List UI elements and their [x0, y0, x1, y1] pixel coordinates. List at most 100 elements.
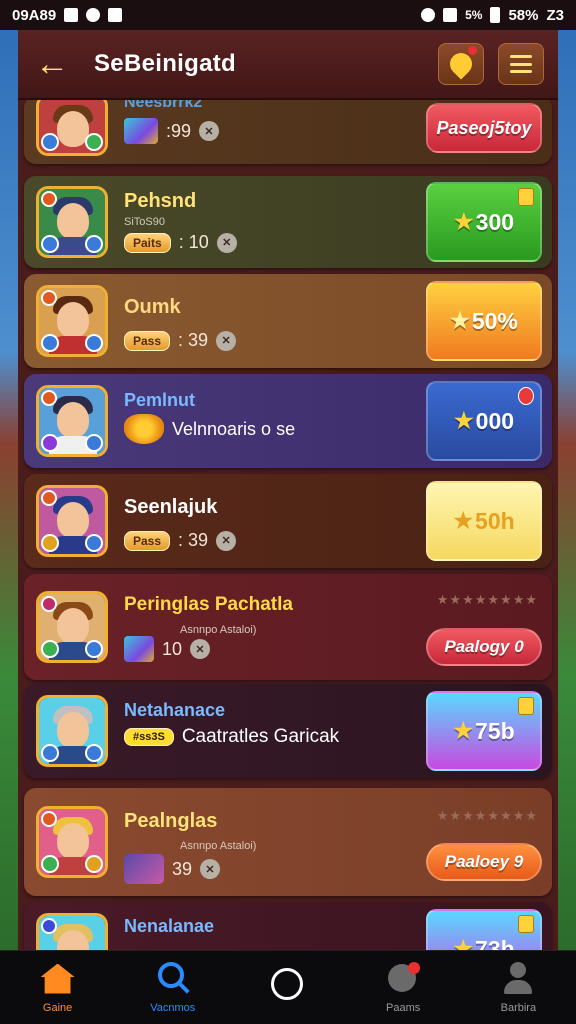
row-stats: :99 ✕ [124, 118, 220, 144]
list-item[interactable]: Pehsnd SiToS90 Paits : 10 ✕ ★ 300 [24, 176, 552, 268]
bottom-nav: Gaine Vacnmos Paams Barbira [0, 950, 576, 1024]
row-action-label: 300 [475, 208, 515, 235]
gem-icon [124, 118, 158, 144]
player-avatar [36, 285, 108, 357]
player-avatar [36, 485, 108, 557]
menu-icon [510, 55, 532, 73]
lock-icon [518, 188, 534, 206]
list-item[interactable]: Nenalanae ★ 73h [24, 902, 552, 950]
list-item[interactable]: Pealnglas Asnnpo Astaloi) 39 ✕ ★★★★★★★★ … [24, 788, 552, 896]
nav-item-home-button[interactable] [238, 967, 338, 1008]
alert-icon [518, 387, 534, 405]
row-action-button[interactable]: ★ 73h [426, 909, 542, 950]
lock-icon [518, 915, 534, 933]
list-item[interactable]: Peringlas Pachatla Asnnpo Astaloi) 10 ✕ … [24, 574, 552, 680]
star-icon: ★ [453, 408, 474, 433]
menu-button[interactable] [498, 43, 544, 85]
row-action-button[interactable]: ★ 50% [426, 281, 542, 361]
row-stats: Pass : 39 ✕ [124, 330, 237, 351]
nav-item-profile[interactable]: Barbira [468, 961, 568, 1014]
row-action-button[interactable]: ★ 75b [426, 691, 542, 771]
player-list: Neesbrrk2 :99 ✕ Paseoj5toy Pehsnd SiToS9… [18, 94, 558, 950]
list-item[interactable]: Netahanace #ss3S Caatratles Garicak ★ 75… [24, 684, 552, 778]
row-stats: 39 ✕ [124, 854, 221, 884]
media-icon [108, 8, 123, 22]
row-action-button[interactable]: Paaloey 9 [426, 843, 542, 881]
status-net: Z3 [546, 6, 564, 24]
signal-icon [443, 8, 458, 22]
rating-stars: ★★★★★★★★ [436, 808, 538, 823]
row-stats: Paits : 10 ✕ [124, 232, 237, 253]
row-info: Peringlas Pachatla Asnnpo Astaloi) 10 ✕ [124, 574, 426, 680]
row-value: 10 [162, 638, 183, 659]
row-stats: Pass : 39 ✕ [124, 530, 237, 551]
nav-item-home[interactable]: Gaine [8, 962, 108, 1014]
row-stats: #ss3S Caatratles Garicak [124, 726, 339, 748]
list-item[interactable]: Seenlajuk Pass : 39 ✕ ★ 50h [24, 474, 552, 568]
stadium-background-right [556, 30, 576, 950]
player-avatar [36, 806, 108, 878]
row-info: Oumk Pass : 39 ✕ [124, 274, 426, 368]
player-name: Oumk [124, 296, 181, 318]
star-icon: ★ [453, 718, 474, 743]
row-info: Seenlajuk Pass : 39 ✕ [124, 474, 426, 568]
player-name: Seenlajuk [124, 496, 218, 518]
row-pill: Paits [124, 232, 171, 253]
close-icon[interactable]: ✕ [199, 121, 220, 141]
row-value: : 39 [178, 530, 209, 550]
status-bar: 09A89 5% 58% Z3 [0, 0, 576, 30]
row-value: 39 [172, 858, 193, 879]
row-subtitle: Asnnpo Astaloi) [180, 624, 257, 636]
close-icon[interactable]: ✕ [216, 530, 237, 551]
row-stats: Velnnoaris o se [124, 414, 295, 444]
back-button[interactable]: ← [32, 44, 72, 84]
nav-label: Barbira [500, 1001, 537, 1014]
row-action-button[interactable]: ★ 300 [426, 182, 542, 262]
list-item[interactable]: Oumk Pass : 39 ✕ ★ 50% [24, 274, 552, 368]
list-item[interactable]: Pemlnut Velnnoaris o se ★ 000 [24, 374, 552, 468]
nav-item-chat[interactable]: Paams [353, 961, 453, 1014]
row-action-label: Paalogy 0 [444, 637, 524, 656]
gem-button[interactable] [438, 43, 484, 85]
close-icon[interactable]: ✕ [216, 330, 237, 351]
row-value: :99 [166, 120, 192, 141]
row-description: Caatratles Garicak [181, 726, 340, 747]
row-action-button[interactable]: ★ 000 [426, 381, 542, 461]
status-time: 09A89 [12, 6, 57, 24]
list-item[interactable]: Neesbrrk2 :99 ✕ Paseoj5toy [24, 94, 552, 164]
star-icon: ★ [453, 936, 474, 950]
lock-icon [518, 697, 534, 715]
home-icon [40, 962, 75, 996]
player-name: Peringlas Pachatla [124, 594, 293, 615]
stadium-background-left [0, 30, 20, 950]
star-icon: ★ [450, 308, 470, 333]
row-action-label: 50% [471, 307, 518, 334]
player-name: Pemlnut [124, 390, 196, 410]
gem-icon [124, 636, 154, 662]
row-info: Pehsnd SiToS90 Paits : 10 ✕ [124, 176, 426, 268]
row-action-label: 73h [475, 935, 515, 951]
nav-label: Gaine [42, 1001, 73, 1014]
rating-stars: ★★★★★★★★ [436, 592, 538, 607]
row-value: : 39 [178, 330, 209, 350]
player-name: Netahanace [124, 700, 226, 720]
player-avatar [36, 186, 108, 258]
nav-item-search[interactable]: Vacnmos [123, 961, 223, 1014]
close-icon[interactable]: ✕ [216, 232, 237, 253]
row-subtitle: Asnnpo Astaloi) [180, 840, 257, 852]
row-action-button[interactable]: Paseoj5toy [426, 103, 542, 153]
player-avatar [36, 385, 108, 457]
row-action-label: 50h [475, 507, 515, 534]
close-icon[interactable]: ✕ [190, 639, 211, 659]
row-action-button[interactable]: Paalogy 0 [426, 628, 542, 666]
row-action-button[interactable]: ★ 50h [426, 481, 542, 561]
nav-label: Paams [386, 1001, 421, 1014]
player-avatar [36, 913, 108, 950]
row-value: : 10 [178, 232, 209, 252]
close-icon[interactable]: ✕ [200, 859, 221, 879]
row-action-label: Paaloey 9 [444, 852, 524, 871]
nav-label: Vacnmos [150, 1001, 196, 1014]
search-icon [156, 961, 190, 996]
player-name: Pealnglas [124, 810, 218, 832]
player-avatar [36, 94, 108, 156]
